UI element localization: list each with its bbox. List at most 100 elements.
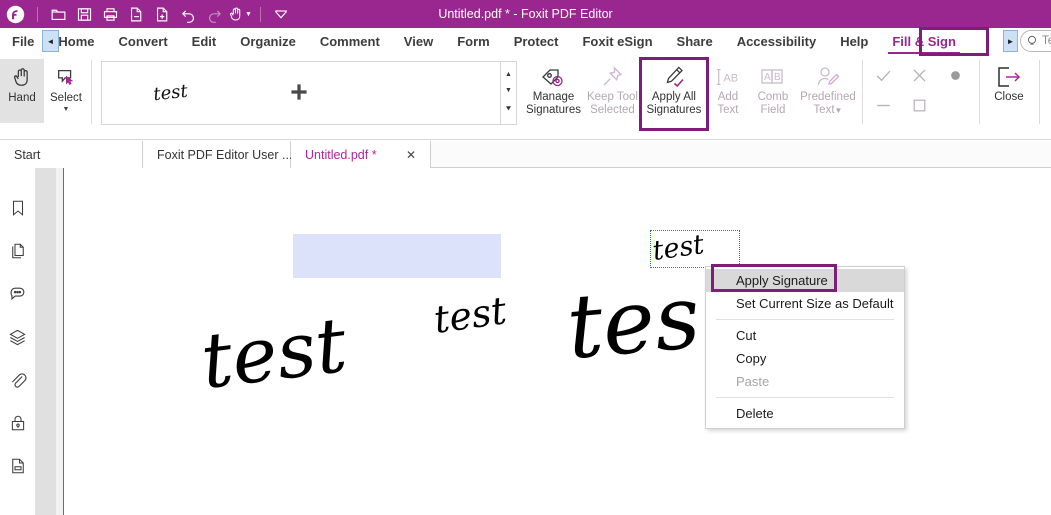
line-stamp-icon[interactable] [874, 96, 893, 118]
tell-me-placeholder: Tell me [1042, 35, 1051, 47]
menu-edit[interactable]: Edit [180, 28, 229, 56]
menu-scroll-right-button[interactable]: ► [1003, 30, 1018, 52]
navigation-rail [0, 168, 36, 515]
context-menu-item-cut[interactable]: Cut [706, 324, 904, 347]
manage-signatures-button[interactable]: Manage Signatures [523, 59, 584, 129]
signature-large-2[interactable]: tes [563, 265, 710, 392]
menu-fill-and-sign[interactable]: Fill & Sign [880, 28, 968, 56]
svg-text:tes: tes [565, 273, 704, 379]
apply-all-signatures-icon [661, 64, 687, 90]
rectangle-stamp-icon[interactable] [911, 97, 928, 117]
manage-signatures-icon [540, 64, 566, 90]
tab-start-label: Start [14, 147, 41, 162]
pages-icon[interactable] [6, 239, 30, 263]
comb-field-button: A B Comb Field [749, 59, 797, 129]
select-caret-icon[interactable]: ▼ [63, 106, 70, 113]
menu-foxit-esign[interactable]: Foxit eSign [570, 28, 664, 56]
predefined-text-label-1: Predefined [800, 91, 856, 103]
tell-me-search[interactable]: Tell me [1020, 30, 1051, 52]
title-bar: ▼ Untitled.pdf * - Foxit PDF Editor [0, 0, 1051, 28]
sign-approve-stamps-group [866, 62, 976, 128]
close-button[interactable]: Close [983, 59, 1035, 129]
context-menu-separator-1 [716, 319, 894, 320]
attachments-icon[interactable] [6, 368, 30, 392]
apply-all-signatures-button[interactable]: Apply All Signatures [638, 57, 709, 131]
signature-gallery[interactable]: test [101, 61, 501, 125]
context-menu-item-copy[interactable]: Copy [706, 347, 904, 370]
save-icon[interactable] [71, 1, 97, 27]
signature-gallery-item[interactable]: test [144, 75, 224, 111]
context-menu-item-apply-signature[interactable]: Apply Signature [706, 269, 904, 292]
menu-bar: File Home Convert Edit Organize Comment … [0, 28, 1051, 56]
predefined-text-caret-icon[interactable]: ▼ [835, 106, 843, 115]
lightbulb-icon [1025, 34, 1039, 48]
undo-icon[interactable] [175, 1, 201, 27]
create-blank-icon[interactable] [149, 1, 175, 27]
context-menu-item-delete[interactable]: Delete [706, 402, 904, 425]
tab-untitled-pdf[interactable]: Untitled.pdf * ✕ [291, 141, 431, 168]
create-from-file-icon[interactable] [123, 1, 149, 27]
layers-icon[interactable] [6, 325, 30, 349]
add-text-label-2: Text [717, 104, 739, 116]
ribbon-separator-3 [978, 60, 980, 124]
menu-view[interactable]: View [392, 28, 445, 56]
tab-user-manual-label: Foxit PDF Editor User ... [157, 147, 293, 162]
menu-organize[interactable]: Organize [228, 28, 308, 56]
signature-medium[interactable]: test [431, 288, 542, 355]
tab-start[interactable]: Start [0, 141, 143, 168]
cross-stamp-icon[interactable] [910, 66, 929, 88]
menu-accessibility[interactable]: Accessibility [725, 28, 829, 56]
menu-share[interactable]: Share [665, 28, 725, 56]
signature-large[interactable]: test [196, 300, 415, 422]
gallery-expand-icon[interactable]: ⯆ [505, 104, 512, 115]
hand-tool-icon[interactable]: ▼ [227, 1, 253, 27]
ribbon-separator-1 [91, 60, 92, 124]
open-icon[interactable] [45, 1, 71, 27]
rail-gutter [36, 168, 56, 515]
gallery-scroll-down-icon[interactable]: ▼ [505, 87, 512, 94]
toolbar-separator-1 [37, 6, 38, 22]
tab-user-manual[interactable]: Foxit PDF Editor User ... [143, 141, 293, 168]
form-field-box[interactable] [293, 234, 501, 278]
keep-tool-selected-button: Keep Tool Selected [584, 59, 641, 129]
menu-file[interactable]: File [0, 28, 46, 56]
menu-help[interactable]: Help [828, 28, 880, 56]
gallery-scroll-buttons: ▲ ▼ ⯆ [501, 61, 517, 125]
menu-protect[interactable]: Protect [502, 28, 571, 56]
comments-icon[interactable] [6, 282, 30, 306]
security-icon[interactable] [6, 411, 30, 435]
checkmark-stamp-icon[interactable] [874, 66, 893, 88]
comb-field-label-1: Comb [757, 91, 789, 103]
bookmarks-icon[interactable] [6, 196, 30, 220]
dot-stamp-icon[interactable] [948, 68, 963, 86]
hand-button[interactable]: Hand [0, 59, 44, 123]
toolbar-separator-2 [260, 6, 261, 22]
tab-untitled-pdf-label: Untitled.pdf * [305, 147, 377, 162]
form-fields-icon[interactable] [6, 454, 30, 478]
customize-toolbar-icon[interactable] [268, 1, 294, 27]
gallery-scroll-up-icon[interactable]: ▲ [505, 71, 512, 78]
add-signature-button[interactable] [286, 79, 312, 108]
print-icon[interactable] [97, 1, 123, 27]
apply-all-signatures-label-2: Signatures [646, 104, 702, 116]
svg-text:B: B [774, 72, 781, 83]
manage-signatures-label-1: Manage [532, 91, 575, 103]
add-text-button: AB Add Text [707, 59, 749, 129]
menu-form[interactable]: Form [445, 28, 502, 56]
menu-comment[interactable]: Comment [308, 28, 392, 56]
hand-tool-caret-icon[interactable]: ▼ [245, 11, 252, 18]
context-menu-item-paste: Paste [736, 374, 770, 389]
ribbon-toolbar: Hand Select ▼ test ▲ ▼ ⯆ Manage Signatur… [0, 56, 1051, 140]
svg-text:test: test [651, 230, 706, 267]
panel-splitter[interactable] [56, 168, 64, 515]
menu-scroll-left-button[interactable]: ◄ [42, 30, 59, 52]
comb-field-label-2: Field [760, 104, 786, 116]
context-menu-item-set-current-size-as-default[interactable]: Set Current Size as Default [706, 292, 904, 315]
keep-tool-selected-label-1: Keep Tool [586, 91, 638, 103]
select-label: Select [50, 92, 82, 104]
tab-close-icon[interactable]: ✕ [406, 148, 416, 162]
svg-text:test: test [200, 308, 352, 406]
menu-convert[interactable]: Convert [107, 28, 180, 56]
select-button[interactable]: Select ▼ [44, 59, 88, 123]
foxit-logo-icon [0, 0, 30, 28]
